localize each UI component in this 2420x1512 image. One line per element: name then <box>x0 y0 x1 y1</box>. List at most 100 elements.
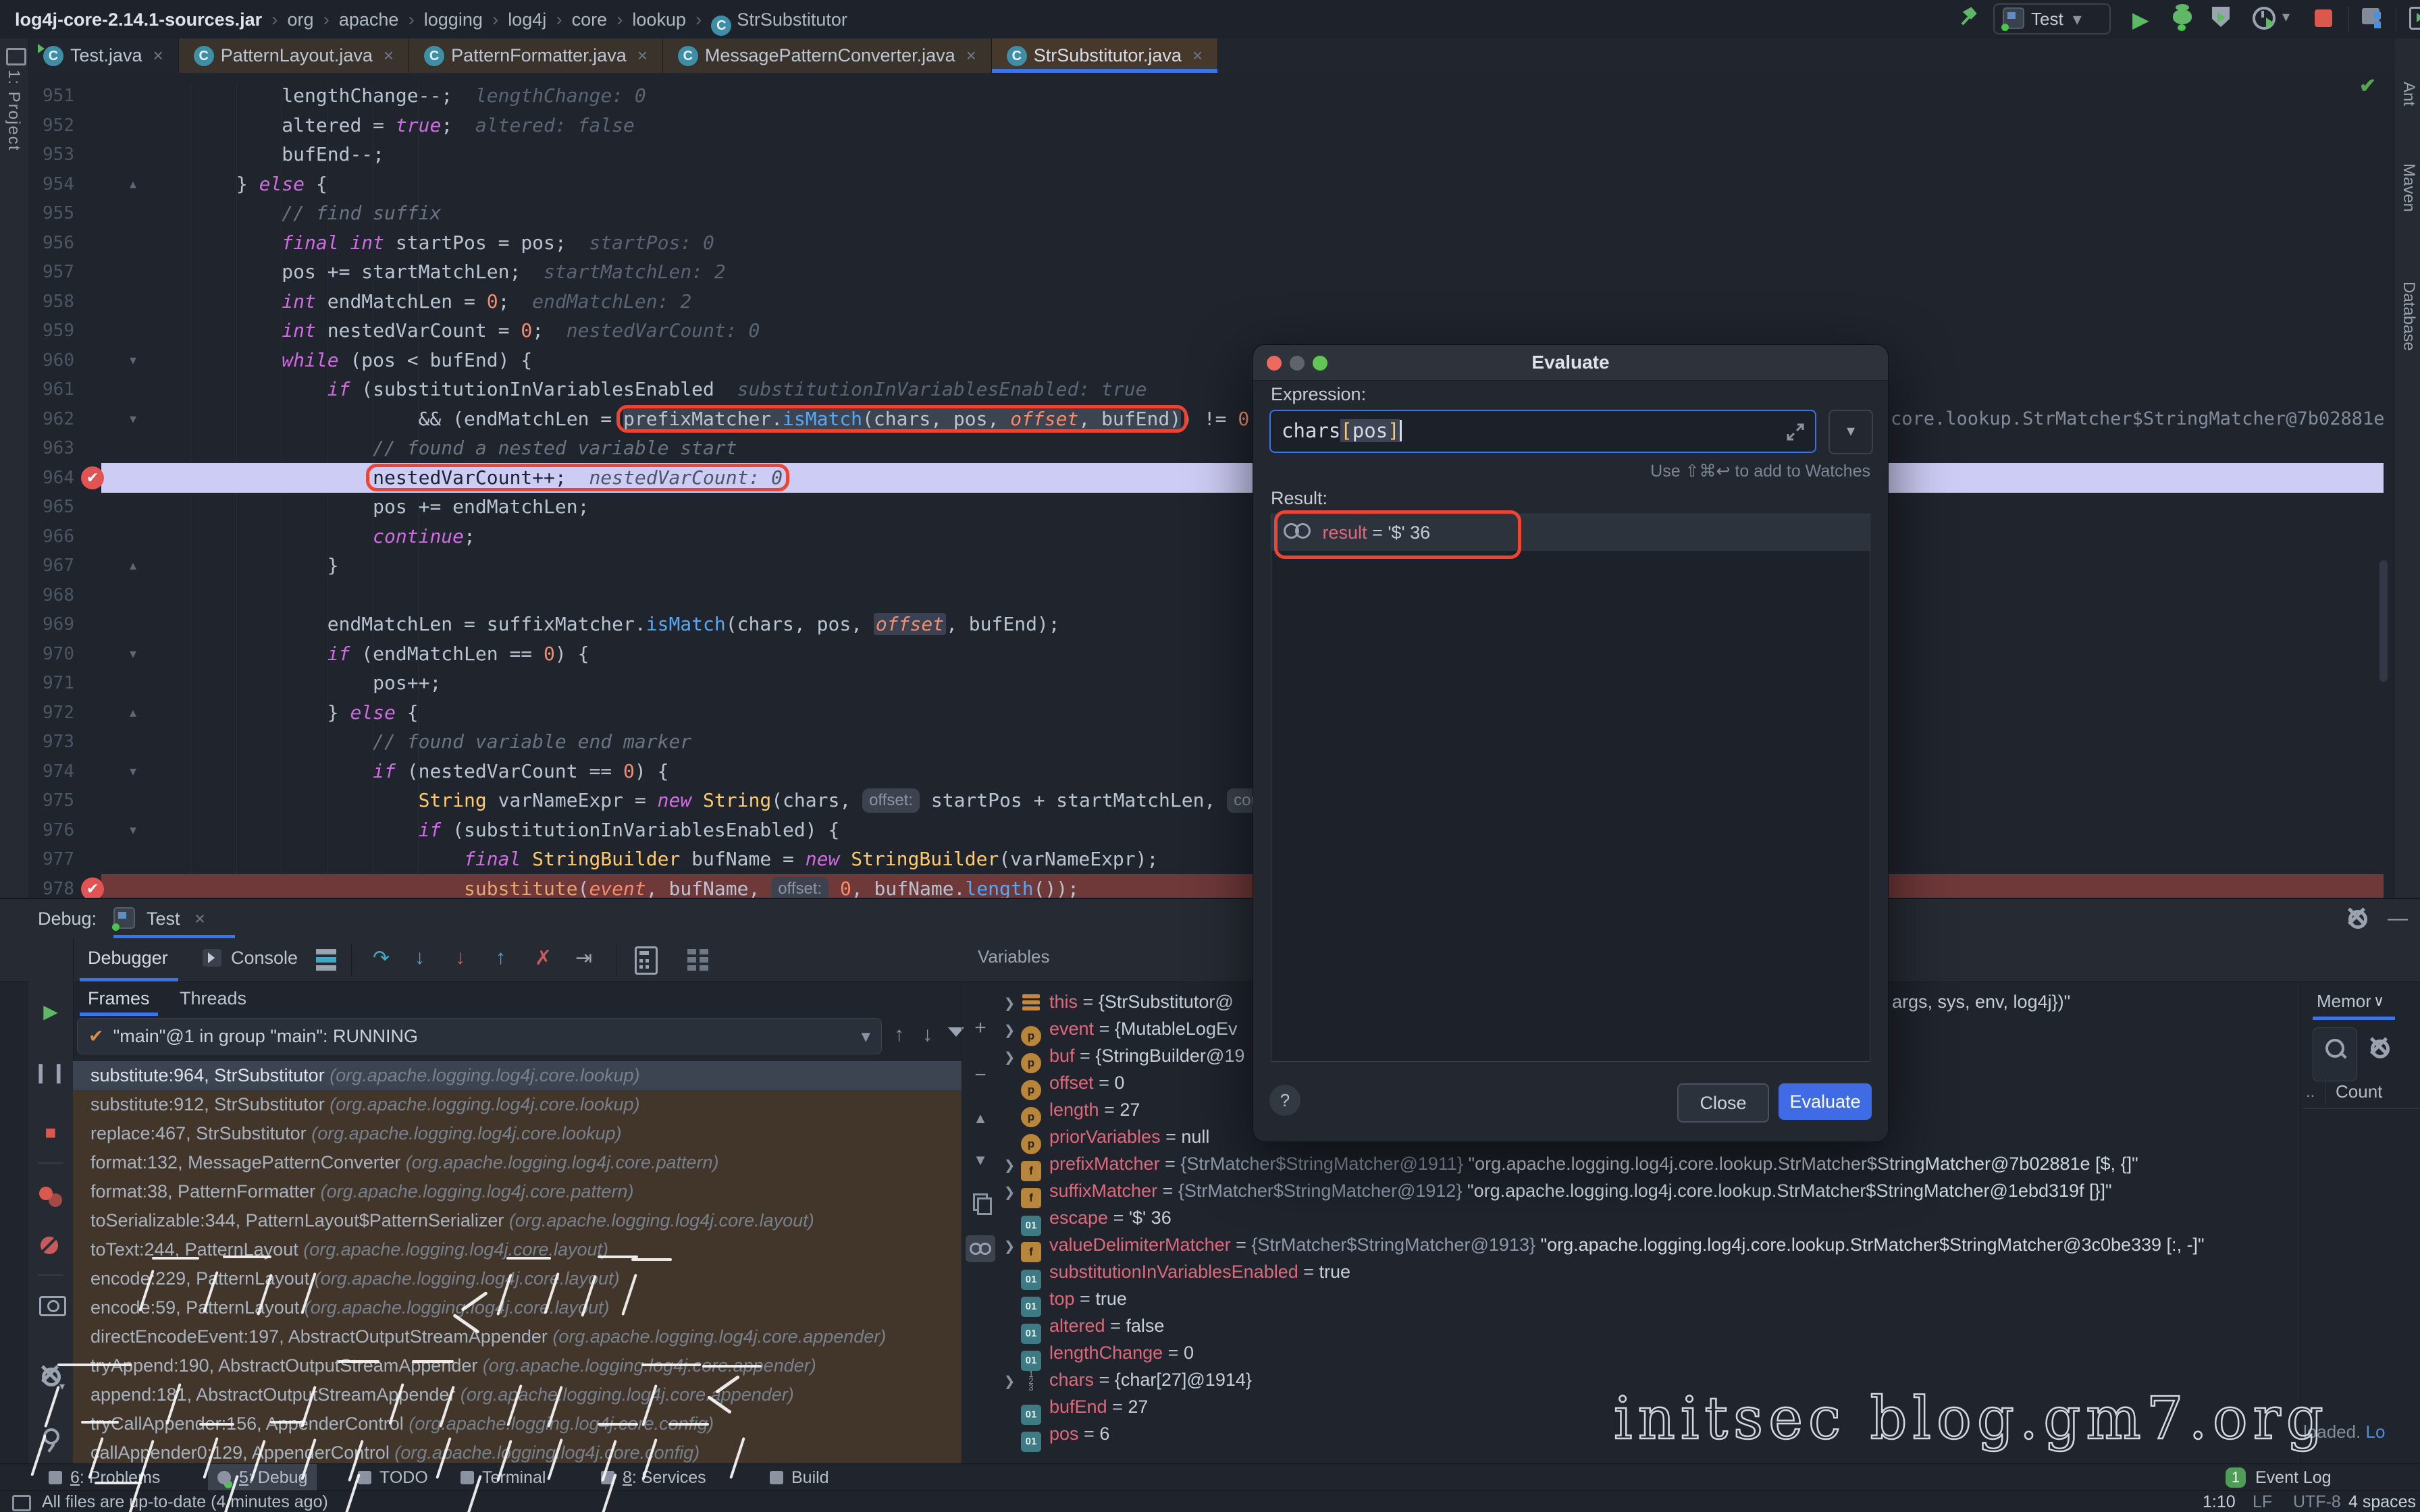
step-over-icon[interactable]: ↷ <box>373 946 390 970</box>
tab-test-java[interactable]: CTest.java× <box>28 38 179 73</box>
breadcrumb-item[interactable]: lookup <box>632 9 686 30</box>
expression-input[interactable]: chars[pos] <box>1269 410 1816 453</box>
line-number[interactable]: 966 <box>28 522 74 551</box>
code-line[interactable]: 963 // found a nested variable start <box>28 433 2394 463</box>
toolwindow-button-6-problems[interactable]: 6: Problems <box>39 1464 169 1491</box>
result-row[interactable]: result = '$' 36 <box>1271 514 1870 551</box>
move-down-icon[interactable]: ▼ <box>969 1149 992 1172</box>
variable-row[interactable]: 01top = true <box>998 1285 2300 1312</box>
pause-button[interactable]: ❙❙ <box>28 1061 73 1083</box>
tab-patternlayout-java[interactable]: CPatternLayout.java× <box>179 38 409 73</box>
breadcrumb-item[interactable]: logging <box>424 9 483 30</box>
variable-row[interactable]: ❯fprefixMatcher = {StrMatcher$StringMatc… <box>998 1150 2300 1177</box>
memory-settings-icon[interactable] <box>2371 1040 2390 1062</box>
code-line[interactable]: 960▾ while (pos < bufEnd) { <box>28 346 2394 375</box>
profiler-dropdown-icon[interactable]: ▾ <box>2282 8 2290 26</box>
close-icon[interactable]: × <box>637 45 648 66</box>
close-icon[interactable]: × <box>194 909 205 929</box>
thread-selector[interactable]: ✔"main"@1 in group "main": RUNNING▾ <box>77 1018 882 1054</box>
frame-row[interactable]: toText:244, PatternLayout (org.apache.lo… <box>73 1235 962 1264</box>
force-step-into-icon[interactable]: ↓ <box>455 946 465 969</box>
fold-icon[interactable]: ▾ <box>130 757 136 786</box>
close-icon[interactable]: × <box>384 45 394 66</box>
variable-row[interactable]: ❯fvalueDelimiterMatcher = {StrMatcher$St… <box>998 1231 2300 1258</box>
step-into-icon[interactable]: ↓ <box>415 946 425 969</box>
add-watch-icon[interactable]: + <box>969 1017 992 1040</box>
thread-down-icon[interactable]: ↓ <box>922 1023 932 1046</box>
view-breakpoints-icon[interactable] <box>39 1187 53 1200</box>
line-number[interactable]: 969 <box>28 610 74 639</box>
fold-icon[interactable]: ▴ <box>130 698 136 728</box>
code-line[interactable]: 968 <box>28 580 2394 610</box>
line-number[interactable]: 954 <box>28 169 74 199</box>
resume-button[interactable]: ▶ <box>28 1000 73 1023</box>
code-line[interactable]: 972▴ } else { <box>28 698 2394 728</box>
frame-row[interactable]: format:38, PatternFormatter (org.apache.… <box>73 1177 962 1206</box>
caret-position[interactable]: 1:10 <box>2203 1491 2236 1512</box>
tab-messagepatternconverter-java[interactable]: CMessagePatternConverter.java× <box>663 38 992 73</box>
code-line[interactable]: 970▾ if (endMatchLen == 0) { <box>28 639 2394 669</box>
line-number[interactable]: 957 <box>28 257 74 287</box>
capture-memory-icon[interactable] <box>39 1296 66 1316</box>
line-number[interactable]: 964 <box>28 463 74 493</box>
code-line[interactable]: 969 endMatchLen = suffixMatcher.isMatch(… <box>28 610 2394 639</box>
tab-memory[interactable]: Memory <box>2317 991 2371 1012</box>
evaluate-expression-icon[interactable] <box>635 946 658 975</box>
line-number[interactable]: 951 <box>28 81 74 111</box>
line-number[interactable]: 971 <box>28 668 74 698</box>
line-number[interactable]: 974 <box>28 757 74 786</box>
line-number[interactable]: 953 <box>28 140 74 169</box>
thread-up-icon[interactable]: ↑ <box>894 1023 904 1046</box>
line-number[interactable]: 963 <box>28 433 74 463</box>
toolwindow-toggle-icon[interactable] <box>12 1495 31 1511</box>
sidebar-item-maven[interactable]: Maven <box>2399 163 2418 212</box>
code-editor[interactable]: ✔ 951 lengthChange--; lengthChange: 0952… <box>28 73 2394 898</box>
line-number[interactable]: 967 <box>28 551 74 580</box>
frame-row[interactable]: callAppender0:129, AppenderControl (org.… <box>73 1438 962 1465</box>
fold-icon[interactable]: ▾ <box>130 815 136 845</box>
code-line[interactable]: 973 // found variable end marker <box>28 727 2394 757</box>
breadcrumb-item[interactable]: org <box>288 9 314 30</box>
move-up-icon[interactable]: ▲ <box>969 1107 992 1130</box>
memory-load-link[interactable]: Lo <box>2366 1422 2386 1442</box>
mute-breakpoints-icon[interactable] <box>41 1237 58 1254</box>
line-number[interactable]: 972 <box>28 698 74 728</box>
close-icon[interactable]: × <box>966 45 976 66</box>
code-line[interactable]: 952 altered = true; altered: false <box>28 111 2394 140</box>
debug-session-tab[interactable]: Test × <box>113 899 205 938</box>
code-line[interactable]: 953 bufEnd--; <box>28 140 2394 169</box>
memory-search-button[interactable] <box>2313 1027 2357 1081</box>
drop-frame-icon[interactable]: ✗ <box>535 946 552 970</box>
code-line[interactable]: 978✔ substitute(event, bufName, offset: … <box>28 874 2394 898</box>
frame-row[interactable]: encode:229, PatternLayout (org.apache.lo… <box>73 1264 962 1293</box>
tab-patternformatter-java[interactable]: CPatternFormatter.java× <box>409 38 663 73</box>
fold-icon[interactable]: ▴ <box>130 551 136 580</box>
line-number[interactable]: 961 <box>28 375 74 404</box>
code-line[interactable]: 977 final StringBuilder bufName = new St… <box>28 844 2394 874</box>
expand-icon[interactable] <box>1785 422 1806 442</box>
line-number[interactable]: 956 <box>28 228 74 258</box>
file-encoding[interactable]: UTF-8 <box>2293 1491 2341 1512</box>
step-out-icon[interactable]: ↑ <box>496 946 506 969</box>
breadcrumb-item[interactable]: log4j-core-2.14.1-sources.jar <box>15 9 262 30</box>
tab-strsubstitutor-java[interactable]: CStrSubstitutor.java× <box>992 38 1218 73</box>
code-line[interactable]: 951 lengthChange--; lengthChange: 0 <box>28 81 2394 111</box>
code-line[interactable]: 955 // find suffix <box>28 198 2394 228</box>
code-line[interactable]: 976▾ if (substitutionInVariablesEnabled)… <box>28 815 2394 845</box>
fold-icon[interactable]: ▾ <box>130 404 136 434</box>
debug-button[interactable] <box>2173 9 2192 24</box>
variable-row[interactable]: ❯fsuffixMatcher = {StrMatcher$StringMatc… <box>998 1177 2300 1204</box>
hide-panel-icon[interactable]: — <box>2388 899 2408 938</box>
frame-row[interactable]: substitute:912, StrSubstitutor (org.apac… <box>73 1090 962 1119</box>
code-line[interactable]: 958 int endMatchLen = 0; endMatchLen: 2 <box>28 287 2394 317</box>
toolwindow-button-build[interactable]: Build <box>760 1464 839 1491</box>
breadcrumb-item[interactable]: apache <box>339 9 399 30</box>
code-line[interactable]: 974▾ if (nestedVarCount == 0) { <box>28 757 2394 786</box>
breadcrumb-item[interactable]: core <box>572 9 608 30</box>
profiler-button[interactable] <box>2253 7 2276 30</box>
line-number[interactable]: 958 <box>28 287 74 317</box>
frame-row[interactable]: format:132, MessagePatternConverter (org… <box>73 1148 962 1177</box>
frame-row[interactable]: toSerializable:344, PatternLayout$Patter… <box>73 1206 962 1235</box>
fold-icon[interactable]: ▴ <box>130 169 136 199</box>
code-line[interactable]: 954▴ } else { <box>28 169 2394 199</box>
